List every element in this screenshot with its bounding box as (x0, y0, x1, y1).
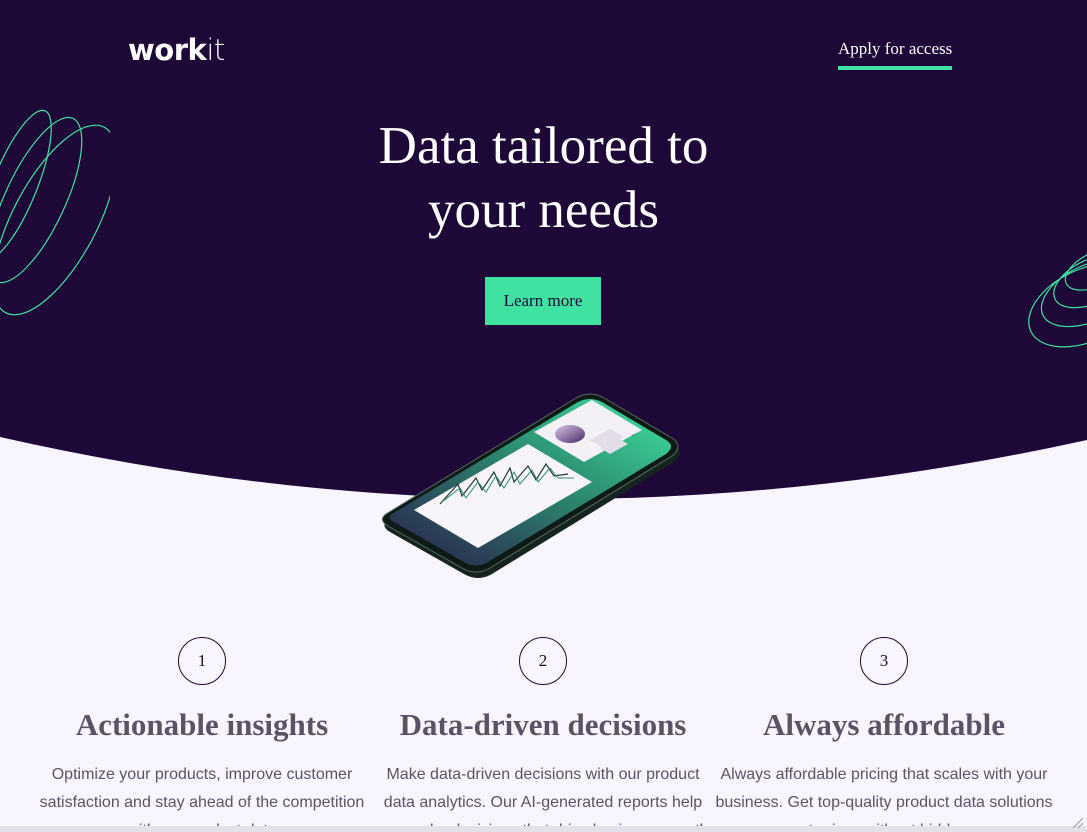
feature-number-badge: 2 (519, 637, 567, 685)
phone-illustration (382, 393, 680, 578)
feature-actionable-insights: 1 Actionable insights Optimize your prod… (31, 637, 373, 832)
feature-description: Always affordable pricing that scales wi… (715, 766, 1053, 832)
feature-always-affordable: 3 Always affordable Always affordable pr… (713, 637, 1055, 832)
hero-title-line1: Data tailored to (378, 117, 709, 175)
learn-more-button[interactable]: Learn more (485, 277, 601, 325)
hero-title: Data tailored to your needs (0, 114, 1087, 242)
logo-bold-text: work (128, 33, 207, 67)
feature-title: Actionable insights (75, 707, 329, 742)
feature-title: Data-driven decisions (399, 707, 687, 742)
resize-grip-icon[interactable] (1070, 815, 1084, 829)
feature-number-badge: 1 (178, 637, 226, 685)
workit-logo[interactable]: workit (128, 33, 225, 67)
feature-number-badge: 3 (860, 637, 908, 685)
window-bottom-edge (0, 826, 1087, 832)
feature-description: Optimize your products, improve customer… (39, 766, 365, 832)
decorative-rings-right (1028, 247, 1087, 348)
hero-title-line2: your needs (427, 181, 660, 239)
feature-data-driven-decisions: 2 Data-driven decisions Make data-driven… (372, 637, 714, 832)
feature-description: Make data-driven decisions with our prod… (378, 766, 709, 832)
feature-title: Always affordable (763, 707, 1005, 742)
apply-for-access-link[interactable]: Apply for access (838, 38, 953, 70)
logo-light-text: it (206, 33, 225, 67)
